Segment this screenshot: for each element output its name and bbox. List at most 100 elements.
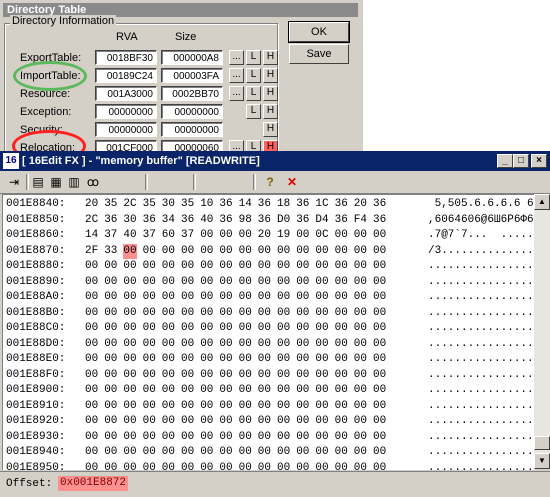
- hex-byte[interactable]: 00: [335, 445, 348, 460]
- hex-byte[interactable]: 00: [219, 228, 232, 243]
- ascii-column[interactable]: .7@7`7... ......: [428, 228, 540, 243]
- hex-byte[interactable]: 00: [181, 352, 194, 367]
- hex-byte[interactable]: 00: [219, 399, 232, 414]
- hex-byte[interactable]: 00: [219, 368, 232, 383]
- open-file-icon[interactable]: ▤: [30, 174, 46, 190]
- maximize-button[interactable]: □: [513, 154, 529, 168]
- hex-byte[interactable]: 00: [296, 244, 309, 259]
- hex-byte[interactable]: 0C: [315, 228, 328, 243]
- hex-byte[interactable]: 00: [277, 445, 290, 460]
- hex-byte[interactable]: 00: [200, 337, 213, 352]
- hex-byte[interactable]: 00: [162, 259, 175, 274]
- hex-byte[interactable]: 00: [181, 368, 194, 383]
- hex-byte[interactable]: 00: [200, 228, 213, 243]
- ok-button[interactable]: OK: [289, 22, 349, 42]
- hex-byte[interactable]: 00: [200, 352, 213, 367]
- hex-byte[interactable]: 00: [239, 275, 252, 290]
- hex-byte[interactable]: 00: [315, 337, 328, 352]
- import-l-button[interactable]: L: [246, 68, 261, 83]
- ascii-column[interactable]: 5,505.6.6.6.6 6: [428, 197, 534, 212]
- hex-byte[interactable]: 00: [123, 383, 136, 398]
- minimize-button[interactable]: _: [497, 154, 513, 168]
- hex-byte[interactable]: 00: [296, 290, 309, 305]
- hex-byte[interactable]: 00: [85, 368, 98, 383]
- hex-byte[interactable]: 00: [277, 383, 290, 398]
- hex-byte[interactable]: 00: [85, 337, 98, 352]
- hex-byte[interactable]: 00: [296, 228, 309, 243]
- hex-byte[interactable]: 00: [200, 383, 213, 398]
- hex-byte[interactable]: 00: [85, 414, 98, 429]
- hex-byte[interactable]: 00: [104, 306, 117, 321]
- hex-byte[interactable]: 35: [181, 197, 194, 212]
- hex-byte[interactable]: 00: [143, 414, 156, 429]
- vertical-scrollbar[interactable]: ▲ ▼: [534, 194, 550, 469]
- hex-byte[interactable]: 00: [315, 399, 328, 414]
- hex-byte[interactable]: 18: [277, 197, 290, 212]
- hex-byte[interactable]: 36: [335, 213, 348, 228]
- hex-byte[interactable]: 00: [219, 259, 232, 274]
- hex-byte[interactable]: 00: [315, 290, 328, 305]
- hex-byte[interactable]: 00: [277, 352, 290, 367]
- hex-byte[interactable]: 36: [258, 213, 271, 228]
- hex-byte[interactable]: 00: [123, 430, 136, 445]
- hex-byte[interactable]: 14: [85, 228, 98, 243]
- hex-byte[interactable]: 00: [354, 290, 367, 305]
- hex-byte[interactable]: 00: [123, 306, 136, 321]
- hex-byte[interactable]: 30: [123, 213, 136, 228]
- hex-byte[interactable]: 00: [315, 321, 328, 336]
- hex-byte[interactable]: 00: [123, 290, 136, 305]
- hex-byte[interactable]: 00: [104, 445, 117, 460]
- save-button[interactable]: Save: [289, 44, 349, 64]
- hex-byte[interactable]: 00: [258, 414, 271, 429]
- hex-byte[interactable]: 19: [277, 228, 290, 243]
- hex-byte[interactable]: 00: [373, 290, 386, 305]
- ascii-column[interactable]: ................: [428, 337, 534, 352]
- hex-byte[interactable]: 37: [143, 228, 156, 243]
- hex-byte[interactable]: 00: [335, 337, 348, 352]
- hex-view[interactable]: 001E8840: 20 35 2C 35 30 35 10 36 14 36 18 36 1C 36 20 3…: [2, 194, 547, 489]
- hex-byte[interactable]: 2F: [85, 244, 98, 259]
- hex-byte[interactable]: 00: [85, 383, 98, 398]
- ascii-column[interactable]: ................: [428, 352, 534, 367]
- hex-byte[interactable]: 00: [143, 290, 156, 305]
- hex-byte[interactable]: 00: [277, 368, 290, 383]
- hex-byte[interactable]: 00: [296, 352, 309, 367]
- hex-byte[interactable]: 36: [219, 213, 232, 228]
- resource-h-button[interactable]: H: [263, 86, 278, 101]
- hex-byte[interactable]: 00: [296, 414, 309, 429]
- hex-byte[interactable]: 00: [104, 321, 117, 336]
- hex-byte[interactable]: 00: [335, 399, 348, 414]
- hex-byte[interactable]: 00: [277, 259, 290, 274]
- hex-byte[interactable]: 00: [354, 244, 367, 259]
- hex-byte[interactable]: 00: [258, 430, 271, 445]
- hex-byte[interactable]: 00: [181, 306, 194, 321]
- hex-byte[interactable]: 00: [296, 399, 309, 414]
- hex-byte[interactable]: 00: [143, 244, 156, 259]
- hex-byte[interactable]: 00: [258, 352, 271, 367]
- hex-byte[interactable]: 00: [258, 445, 271, 460]
- hex-byte[interactable]: 00: [277, 414, 290, 429]
- hex-byte[interactable]: 36: [296, 197, 309, 212]
- hex-byte[interactable]: 00: [258, 259, 271, 274]
- hex-byte[interactable]: 00: [239, 414, 252, 429]
- hex-byte[interactable]: 00: [277, 321, 290, 336]
- hex-byte[interactable]: 00: [123, 275, 136, 290]
- hex-byte[interactable]: 00: [219, 383, 232, 398]
- hex-byte[interactable]: 00: [315, 368, 328, 383]
- hex-byte[interactable]: 00: [239, 445, 252, 460]
- hex-byte[interactable]: 00: [85, 259, 98, 274]
- hex-byte[interactable]: 36: [373, 213, 386, 228]
- ascii-column[interactable]: ................: [428, 383, 534, 398]
- hex-byte[interactable]: 36: [143, 213, 156, 228]
- hex-byte[interactable]: F4: [354, 213, 367, 228]
- hex-byte[interactable]: 00: [143, 383, 156, 398]
- resource-dots-button[interactable]: ...: [229, 86, 244, 101]
- hex-byte[interactable]: 00: [277, 306, 290, 321]
- hex-byte[interactable]: 00: [200, 306, 213, 321]
- hex-byte[interactable]: 00: [296, 275, 309, 290]
- hex-byte[interactable]: 00: [315, 306, 328, 321]
- hex-byte[interactable]: 00: [181, 244, 194, 259]
- hex-byte[interactable]: 00: [373, 275, 386, 290]
- hex-byte[interactable]: 20: [85, 197, 98, 212]
- hex-byte[interactable]: 36: [258, 197, 271, 212]
